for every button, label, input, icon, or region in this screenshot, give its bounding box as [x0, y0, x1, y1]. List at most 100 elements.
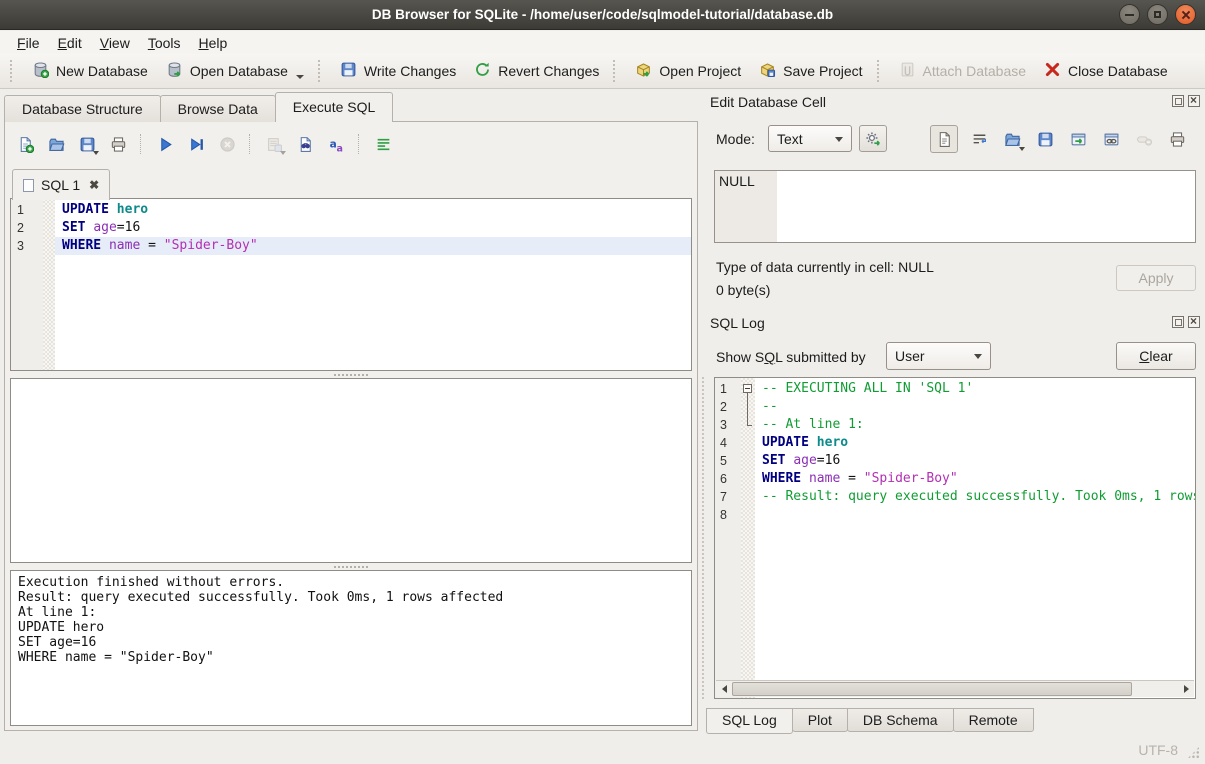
close-dock-icon[interactable]	[1188, 95, 1200, 107]
save-sql-file-icon	[79, 136, 96, 153]
toolbar-separator	[249, 134, 252, 154]
toolbar-label: Revert Changes	[498, 63, 599, 79]
dock-tab-sql-log[interactable]: SQL Log	[706, 708, 793, 734]
toolbar-save-project[interactable]: Save Project	[750, 57, 871, 85]
cell-print-button[interactable]	[1165, 127, 1189, 151]
fold-margin-cell	[43, 219, 55, 237]
minimize-icon	[1125, 14, 1134, 16]
line-number: 4	[715, 434, 741, 452]
message-line: Execution finished without errors.	[18, 575, 684, 590]
toolbar-close-database[interactable]: Close Database	[1035, 57, 1177, 85]
message-line: WHERE name = "Spider-Boy"	[18, 650, 684, 665]
scrollbar-track[interactable]	[1132, 681, 1178, 697]
svg-text:a: a	[336, 143, 342, 153]
line-number: 3	[11, 237, 43, 255]
toolbar-new-database[interactable]: New Database	[23, 57, 157, 85]
sql-log-filter-select[interactable]: User	[886, 342, 991, 370]
sql-editor[interactable]: 1UPDATE hero2SET age=163WHERE name = "Sp…	[10, 198, 692, 371]
menu-edit[interactable]: Edit	[49, 33, 91, 53]
toolbar-open-database[interactable]: Open Database	[157, 57, 313, 85]
chevron-down-icon	[93, 151, 99, 155]
scroll-right-button[interactable]	[1178, 681, 1194, 697]
scrollbar-thumb[interactable]	[732, 682, 1132, 696]
execute-all-icon	[157, 136, 174, 153]
line-number: 1	[11, 201, 43, 219]
titlebar[interactable]: DB Browser for SQLite - /home/user/code/…	[0, 0, 1205, 30]
menu-help[interactable]: Help	[190, 33, 237, 53]
code-text: -- At line 1:	[755, 416, 1195, 434]
undock-icon[interactable]	[1172, 316, 1184, 328]
fold-marker-icon[interactable]	[741, 380, 755, 398]
window-title: DB Browser for SQLite - /home/user/code/…	[0, 0, 1205, 29]
word-wrap-icon	[375, 136, 392, 153]
tab-execute-sql[interactable]: Execute SQL	[275, 92, 394, 122]
code-text: -- Result: query executed successfully. …	[755, 488, 1196, 506]
resize-grip[interactable]	[1187, 746, 1200, 759]
toolbar-separator	[877, 60, 883, 82]
menu-file[interactable]: File	[8, 33, 49, 53]
editor-results-splitter[interactable]	[10, 372, 692, 378]
save-as-button[interactable]	[1033, 127, 1057, 151]
auto-completion-button[interactable]: aa	[325, 133, 347, 155]
message-line: SET age=16	[18, 635, 684, 650]
clear-log-button[interactable]: Clear	[1116, 342, 1196, 370]
execute-all-button[interactable]	[154, 133, 176, 155]
tab-database-structure[interactable]: Database Structure	[4, 95, 161, 122]
menubar: FileEditViewToolsHelp	[0, 31, 1205, 54]
link-button[interactable]	[1099, 127, 1123, 151]
fold-margin-cell	[43, 237, 55, 255]
open-sql-file-button[interactable]	[45, 133, 67, 155]
cell-word-wrap-button[interactable]	[967, 127, 991, 151]
line-number: 2	[11, 219, 43, 237]
print-icon	[110, 136, 127, 153]
execute-current-line-icon	[188, 136, 205, 153]
undock-icon[interactable]	[1172, 95, 1184, 107]
close-sql-tab-icon[interactable]: ✖	[89, 178, 99, 192]
main-toolbar: New DatabaseOpen Database Write Changes Re…	[0, 54, 1205, 89]
toolbar-label: Open Project	[659, 63, 741, 79]
dock-tab-db-schema[interactable]: DB Schema	[847, 708, 954, 732]
panel-splitter[interactable]	[702, 377, 709, 699]
cell-value-gutter: NULL	[715, 171, 777, 242]
fold-margin-cell	[741, 434, 755, 452]
new-sql-tab-button[interactable]	[14, 133, 36, 155]
toolbar-open-project[interactable]: Open Project	[626, 57, 750, 85]
arrow-right-icon	[1184, 685, 1189, 693]
close-dock-icon[interactable]	[1188, 316, 1200, 328]
maximize-button[interactable]	[1147, 4, 1168, 25]
find-icon	[297, 136, 314, 153]
export-button[interactable]	[1066, 127, 1090, 151]
editor-line: 2SET age=16	[11, 219, 691, 237]
word-wrap-button[interactable]	[372, 133, 394, 155]
execute-current-line-button[interactable]	[185, 133, 207, 155]
print-button[interactable]	[107, 133, 129, 155]
dock-tab-plot[interactable]: Plot	[792, 708, 848, 732]
find-button[interactable]	[294, 133, 316, 155]
mode-select[interactable]: Text	[768, 125, 852, 152]
toolbar-label: Save Project	[783, 63, 862, 79]
sql-log-dock-header: SQL Log	[710, 315, 1202, 333]
code-text: --	[755, 398, 1195, 416]
menu-tools[interactable]: Tools	[139, 33, 190, 53]
dock-tab-remote[interactable]: Remote	[953, 708, 1034, 732]
save-sql-file-button[interactable]	[76, 133, 98, 155]
apply-button: Apply	[1116, 265, 1196, 291]
menu-view[interactable]: View	[91, 33, 139, 53]
import-file-button[interactable]	[1000, 127, 1024, 151]
chevron-down-icon[interactable]	[296, 75, 304, 79]
text-mode-button[interactable]	[930, 125, 958, 153]
auto-apply-button[interactable]	[859, 125, 887, 152]
sql-document-tab[interactable]: SQL 1 ✖	[12, 169, 110, 200]
close-button[interactable]	[1175, 4, 1196, 25]
log-line: 1-- EXECUTING ALL IN 'SQL 1'	[715, 380, 1195, 398]
cell-value-editor[interactable]: NULL	[714, 170, 1196, 243]
tab-browse-data[interactable]: Browse Data	[160, 95, 276, 122]
log-horizontal-scrollbar[interactable]	[716, 680, 1194, 697]
cell-value-content[interactable]	[777, 171, 1195, 242]
line-number: 7	[715, 488, 741, 506]
sql-log-view[interactable]: 1-- EXECUTING ALL IN 'SQL 1'2--3-- At li…	[714, 377, 1196, 699]
toolbar-write-changes[interactable]: Write Changes	[331, 57, 465, 85]
scroll-left-button[interactable]	[716, 681, 732, 697]
toolbar-revert-changes[interactable]: Revert Changes	[465, 57, 608, 85]
minimize-button[interactable]	[1119, 4, 1140, 25]
